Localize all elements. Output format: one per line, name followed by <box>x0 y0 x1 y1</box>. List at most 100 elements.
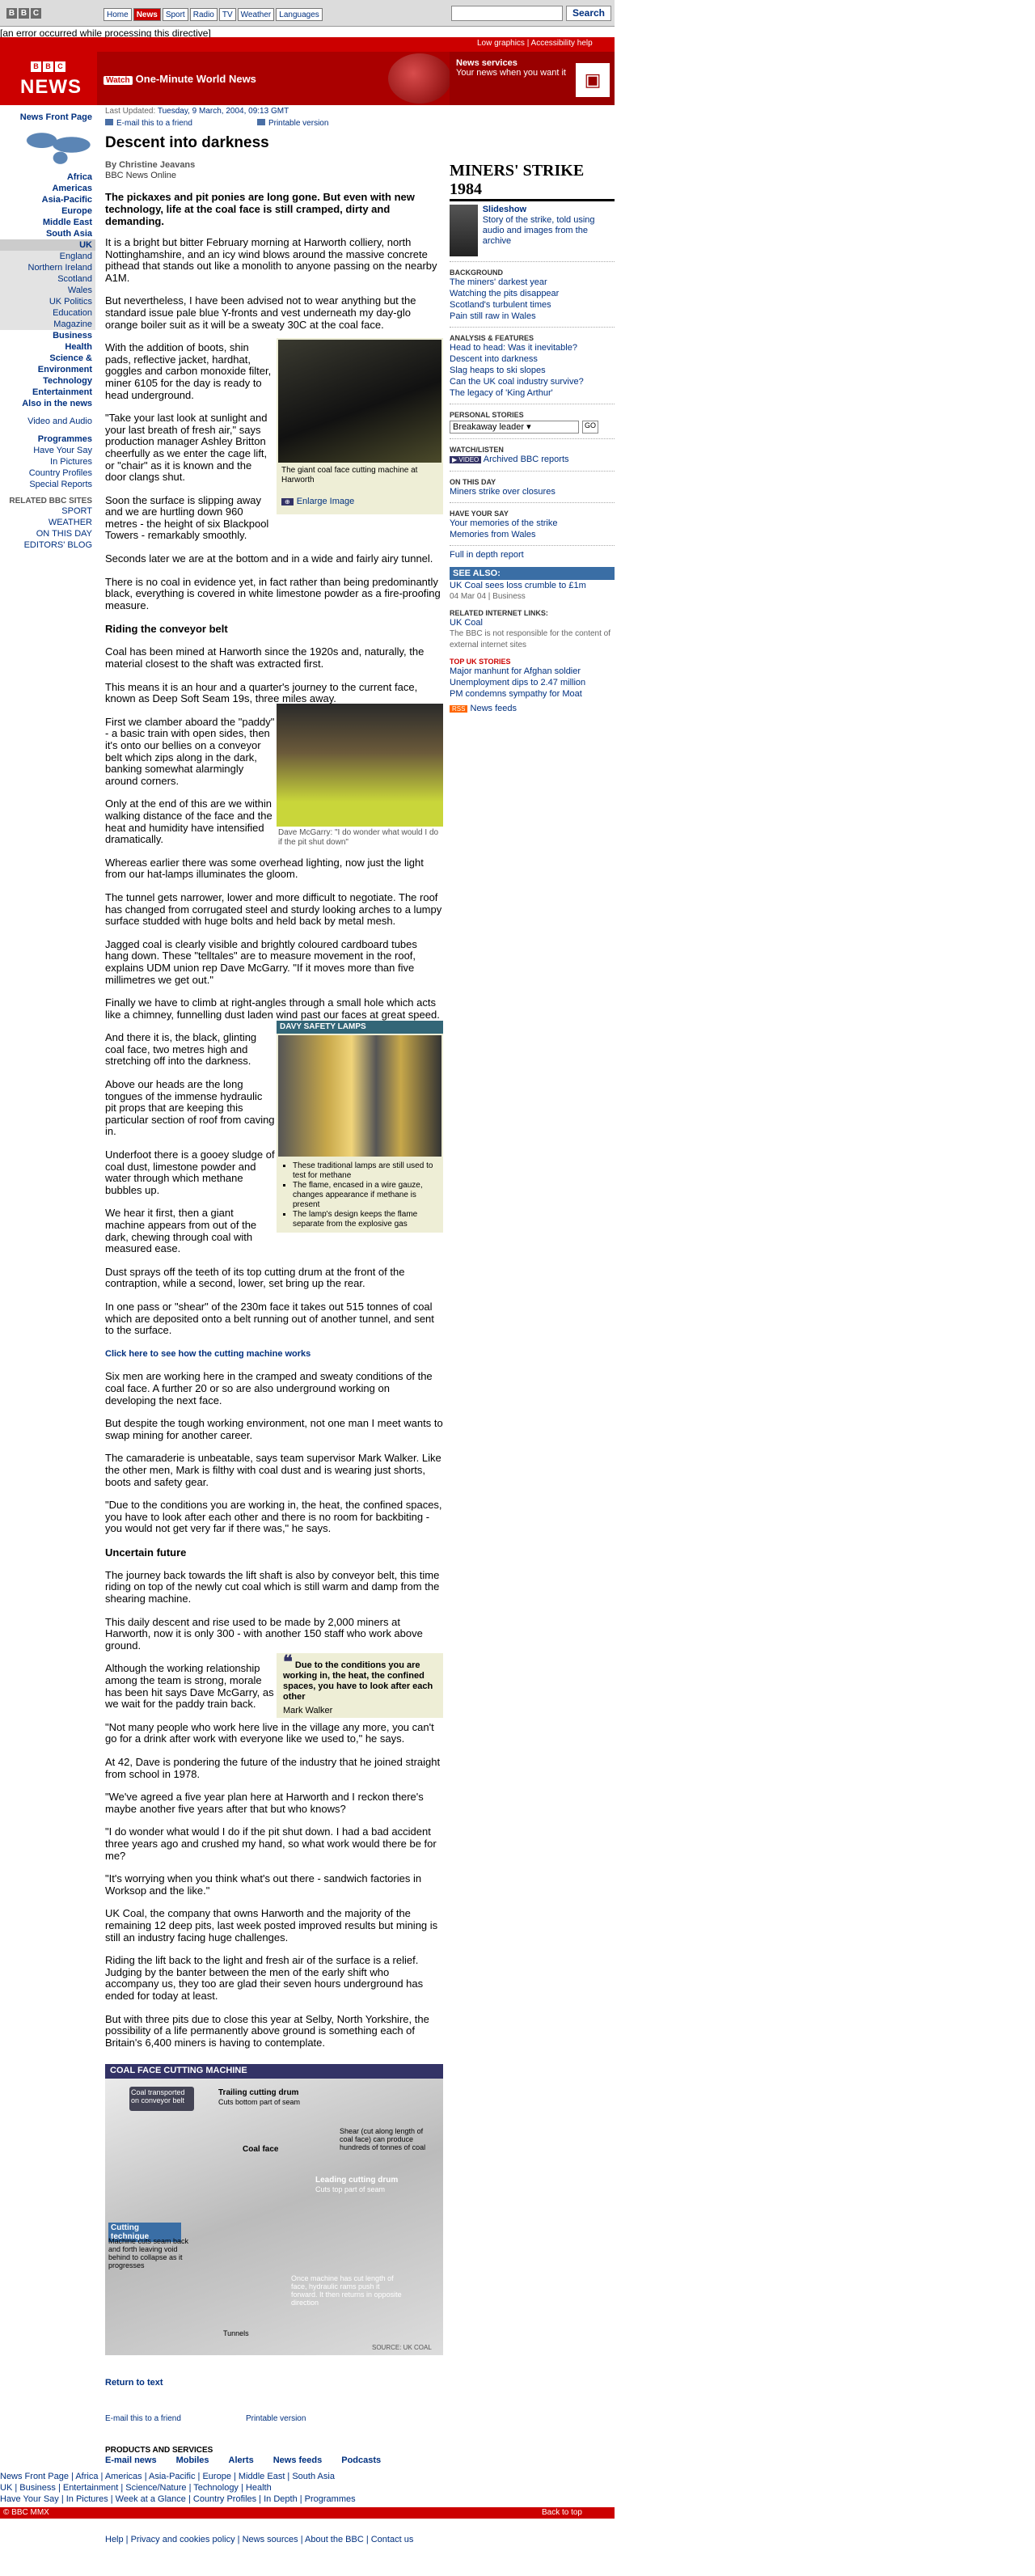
watch-button[interactable]: Watch <box>104 76 133 85</box>
paragraph: "We've agreed a five year plan here at H… <box>105 1791 424 1815</box>
return-to-text-link[interactable]: Return to text <box>105 2378 163 2388</box>
paragraph: "I do wonder what would I do if the pit … <box>105 1825 437 1862</box>
slideshow-thumbnail <box>450 205 478 256</box>
nav-country-profiles[interactable]: Country Profiles <box>0 467 95 479</box>
paragraph: The camaraderie is unbeatable, says team… <box>105 1452 441 1488</box>
nav-on-this-day[interactable]: ON THIS DAY <box>0 528 95 539</box>
nav-europe[interactable]: Europe <box>0 205 95 217</box>
tab-weather[interactable]: Weather <box>237 8 275 21</box>
background-link[interactable]: The miners' darkest year <box>450 277 615 288</box>
footer-print-link[interactable]: Printable version <box>246 2414 306 2423</box>
footer-email-link[interactable]: E-mail this to a friend <box>105 2414 181 2423</box>
nav-wales[interactable]: Wales <box>0 285 95 296</box>
diagram-label: Cuts top part of seam <box>315 2185 386 2193</box>
nav-education[interactable]: Education <box>0 307 95 319</box>
tab-sport[interactable]: Sport <box>162 8 188 21</box>
email-link[interactable]: E-mail this to a friend <box>105 119 192 128</box>
nav-also-in-news[interactable]: Also in the news <box>0 398 95 409</box>
news-feeds-link[interactable]: RSS News feeds <box>450 703 615 715</box>
bbc-logo[interactable]: BBC <box>6 8 41 19</box>
nav-business[interactable]: Business <box>0 330 95 341</box>
go-button[interactable]: GO <box>582 421 598 434</box>
see-also-link[interactable]: UK Coal sees loss crumble to £1m <box>450 580 615 591</box>
nav-americas[interactable]: Americas <box>0 183 95 194</box>
ps-link[interactable]: Podcasts <box>341 2455 381 2465</box>
enlarge-image-link[interactable]: ⊕ Enlarge Image <box>281 497 354 506</box>
ps-link[interactable]: News feeds <box>273 2455 323 2465</box>
machine-link[interactable]: Click here to see how the cutting machin… <box>105 1348 443 1360</box>
top-uk-link[interactable]: PM condemns sympathy for Moat <box>450 688 615 700</box>
dave-mcgarry-photo <box>277 704 443 827</box>
analysis-link[interactable]: Slag heaps to ski slopes <box>450 365 615 376</box>
analysis-link[interactable]: Descent into darkness <box>450 353 615 365</box>
tab-tv[interactable]: TV <box>218 8 236 21</box>
back-to-top-link[interactable]: Back to top <box>542 2508 582 2517</box>
nav-england[interactable]: England <box>0 251 95 262</box>
paragraph: Soon the surface is slipping away and we… <box>105 493 269 542</box>
nav-entertainment[interactable]: Entertainment <box>0 387 95 398</box>
analysis-link[interactable]: The legacy of 'King Arthur' <box>450 387 615 399</box>
nav-video-audio[interactable]: Video and Audio <box>0 416 95 427</box>
background-link[interactable]: Watching the pits disappear <box>450 288 615 299</box>
nav-in-pictures[interactable]: In Pictures <box>0 456 95 467</box>
rss-icon: RSS <box>450 705 468 713</box>
nav-scotland[interactable]: Scotland <box>0 273 95 285</box>
onthisday-link[interactable]: Miners strike over closures <box>450 486 615 497</box>
nav-middle-east[interactable]: Middle East <box>0 217 95 228</box>
search-input[interactable] <box>451 6 563 21</box>
analysis-link[interactable]: Can the UK coal industry survive? <box>450 376 615 387</box>
one-minute-news[interactable]: Watch One-Minute World News <box>104 73 451 87</box>
nav-uk[interactable]: UK <box>0 239 95 251</box>
nav-south-asia[interactable]: South Asia <box>0 228 95 239</box>
nav-magazine[interactable]: Magazine <box>0 319 95 330</box>
nav-africa[interactable]: Africa <box>0 171 95 183</box>
top-uk-link[interactable]: Unemployment dips to 2.47 million <box>450 677 615 688</box>
accessibility-links[interactable]: Low graphics | Accessibility help <box>477 39 593 48</box>
nav-special-reports[interactable]: Special Reports <box>0 479 95 490</box>
slideshow-promo[interactable]: Slideshow Story of the strike, told using… <box>450 205 615 256</box>
nav-northern-ireland[interactable]: Northern Ireland <box>0 262 95 273</box>
nav-uk-politics[interactable]: UK Politics <box>0 296 95 307</box>
tab-radio[interactable]: Radio <box>189 8 218 21</box>
ps-link[interactable]: Mobiles <box>176 2455 209 2465</box>
nav-asia-pacific[interactable]: Asia-Pacific <box>0 194 95 205</box>
nav-have-your-say[interactable]: Have Your Say <box>0 445 95 456</box>
article-title: Descent into darkness <box>105 134 269 151</box>
mobile-icon: ▣ <box>576 63 610 97</box>
paragraph: The journey back towards the lift shaft … <box>105 1568 440 1605</box>
search-button[interactable]: Search <box>566 6 611 21</box>
nav-programmes[interactable]: Programmes <box>0 434 95 445</box>
footer-bottom-links[interactable]: Help | Privacy and cookies policy | News… <box>105 2535 413 2544</box>
nav-science[interactable]: Science & Environment <box>0 353 95 375</box>
tab-news[interactable]: News <box>133 8 161 21</box>
top-uk-link[interactable]: Major manhunt for Afghan soldier <box>450 666 615 677</box>
personal-stories-select[interactable]: Breakaway leader ▾ <box>450 421 579 434</box>
analysis-link[interactable]: Head to head: Was it inevitable? <box>450 342 615 353</box>
nav-editors-blog[interactable]: EDITORS' BLOG <box>0 539 95 551</box>
footer-nav[interactable]: News Front Page | Africa | Americas | As… <box>0 2472 335 2482</box>
print-icon <box>256 119 265 125</box>
coal-machine-photo[interactable] <box>278 340 441 463</box>
ps-link[interactable]: Alerts <box>229 2455 254 2465</box>
nav-sport[interactable]: SPORT <box>0 505 95 517</box>
footer-nav[interactable]: Have Your Say | In Pictures | Week at a … <box>0 2494 356 2505</box>
paragraph: There is no coal in evidence yet, in fac… <box>105 575 441 611</box>
print-link[interactable]: Printable version <box>256 119 328 128</box>
diagram-label: Cuts bottom part of seam <box>218 2098 301 2106</box>
tab-languages[interactable]: Languages <box>276 8 323 21</box>
footer-nav[interactable]: UK | Business | Entertainment | Science/… <box>0 2483 272 2494</box>
nav-weather[interactable]: WEATHER <box>0 517 95 528</box>
ps-link[interactable]: E-mail news <box>105 2455 157 2465</box>
nav-news-front-page[interactable]: News Front Page <box>0 112 95 123</box>
bbc-news-logo[interactable]: BBC NEWS <box>0 52 97 105</box>
in-depth-link[interactable]: Full in depth report <box>450 549 615 560</box>
nav-health[interactable]: Health <box>0 341 95 353</box>
haveyoursay-link[interactable]: Your memories of the strike <box>450 518 615 529</box>
nav-technology[interactable]: Technology <box>0 375 95 387</box>
background-link[interactable]: Pain still raw in Wales <box>450 311 615 322</box>
haveyoursay-link[interactable]: Memories from Wales <box>450 529 615 540</box>
background-link[interactable]: Scotland's turbulent times <box>450 299 615 311</box>
tab-home[interactable]: Home <box>104 8 132 21</box>
watch-link[interactable]: ▶ VIDEO Archived BBC reports <box>450 454 615 466</box>
internet-link[interactable]: UK Coal <box>450 617 615 628</box>
